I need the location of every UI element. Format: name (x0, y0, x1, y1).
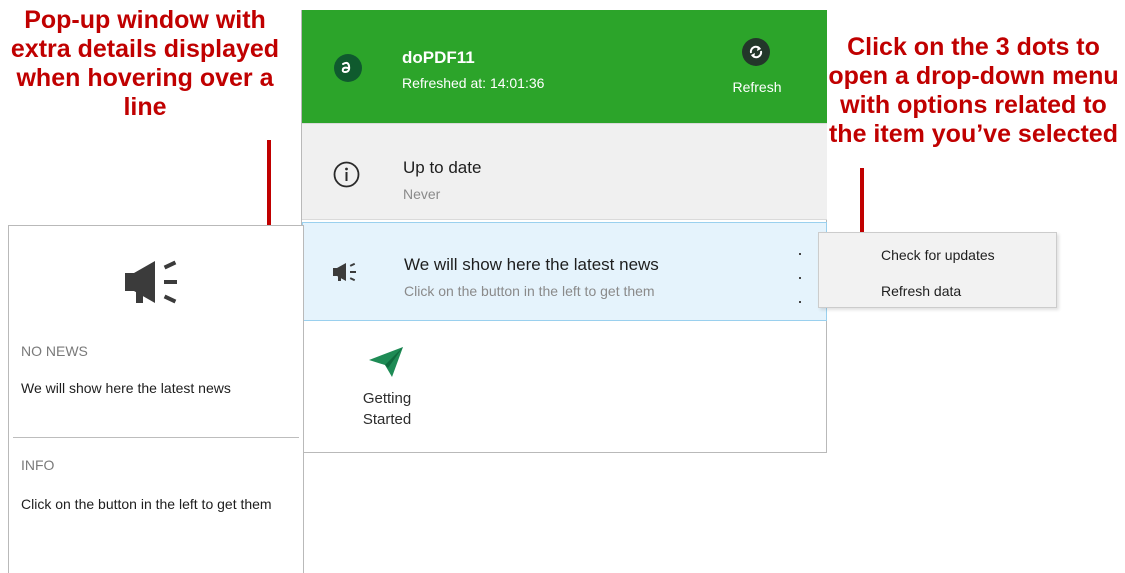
megaphone-icon (333, 262, 356, 282)
app-window: doPDF11 Refreshed at: 14:01:36 Refresh U… (301, 10, 827, 453)
popup-section-text-news: We will show here the latest news (21, 380, 231, 396)
screenshot-stage: Pop-up window with extra details display… (0, 0, 1125, 573)
paper-plane-icon (369, 347, 403, 377)
news-row[interactable]: We will show here the latest news Click … (302, 222, 827, 321)
options-dropdown-menu: Check for updates Refresh data (818, 232, 1057, 308)
news-popup: NO NEWS We will show here the latest new… (8, 225, 304, 573)
refresh-icon (742, 38, 770, 66)
menu-item-refresh-data[interactable]: Refresh data (881, 283, 961, 299)
annotation-popup: Pop-up window with extra details display… (10, 6, 280, 121)
megaphone-icon (125, 260, 177, 304)
app-title: doPDF11 (402, 48, 475, 67)
popup-section-title-news: NO NEWS (21, 343, 88, 359)
annotation-menu: Click on the 3 dots to open a drop-down … (828, 33, 1119, 148)
popup-section-title-info: INFO (21, 457, 55, 473)
refresh-button[interactable]: Refresh (718, 38, 796, 106)
more-options-dots-icon[interactable] (797, 251, 805, 305)
status-title: Up to date (403, 158, 482, 177)
refresh-label: Refresh (732, 79, 782, 95)
getting-started-label: Getting Started (362, 390, 412, 428)
info-icon (333, 161, 360, 188)
getting-started-button[interactable]: Getting Started (342, 346, 432, 436)
popup-divider (13, 437, 299, 438)
news-title: We will show here the latest news (404, 255, 659, 274)
menu-item-check-for-updates[interactable]: Check for updates (881, 247, 995, 263)
popup-section-text-info: Click on the button in the left to get t… (21, 496, 272, 512)
refreshed-timestamp: Refreshed at: 14:01:36 (402, 75, 545, 91)
status-row[interactable]: Up to date Never (302, 123, 827, 220)
news-subtitle: Click on the button in the left to get t… (404, 283, 655, 299)
status-subtitle: Never (403, 186, 441, 202)
app-header: doPDF11 Refreshed at: 14:01:36 Refresh (302, 10, 827, 123)
dopdf-logo-icon (334, 54, 362, 82)
